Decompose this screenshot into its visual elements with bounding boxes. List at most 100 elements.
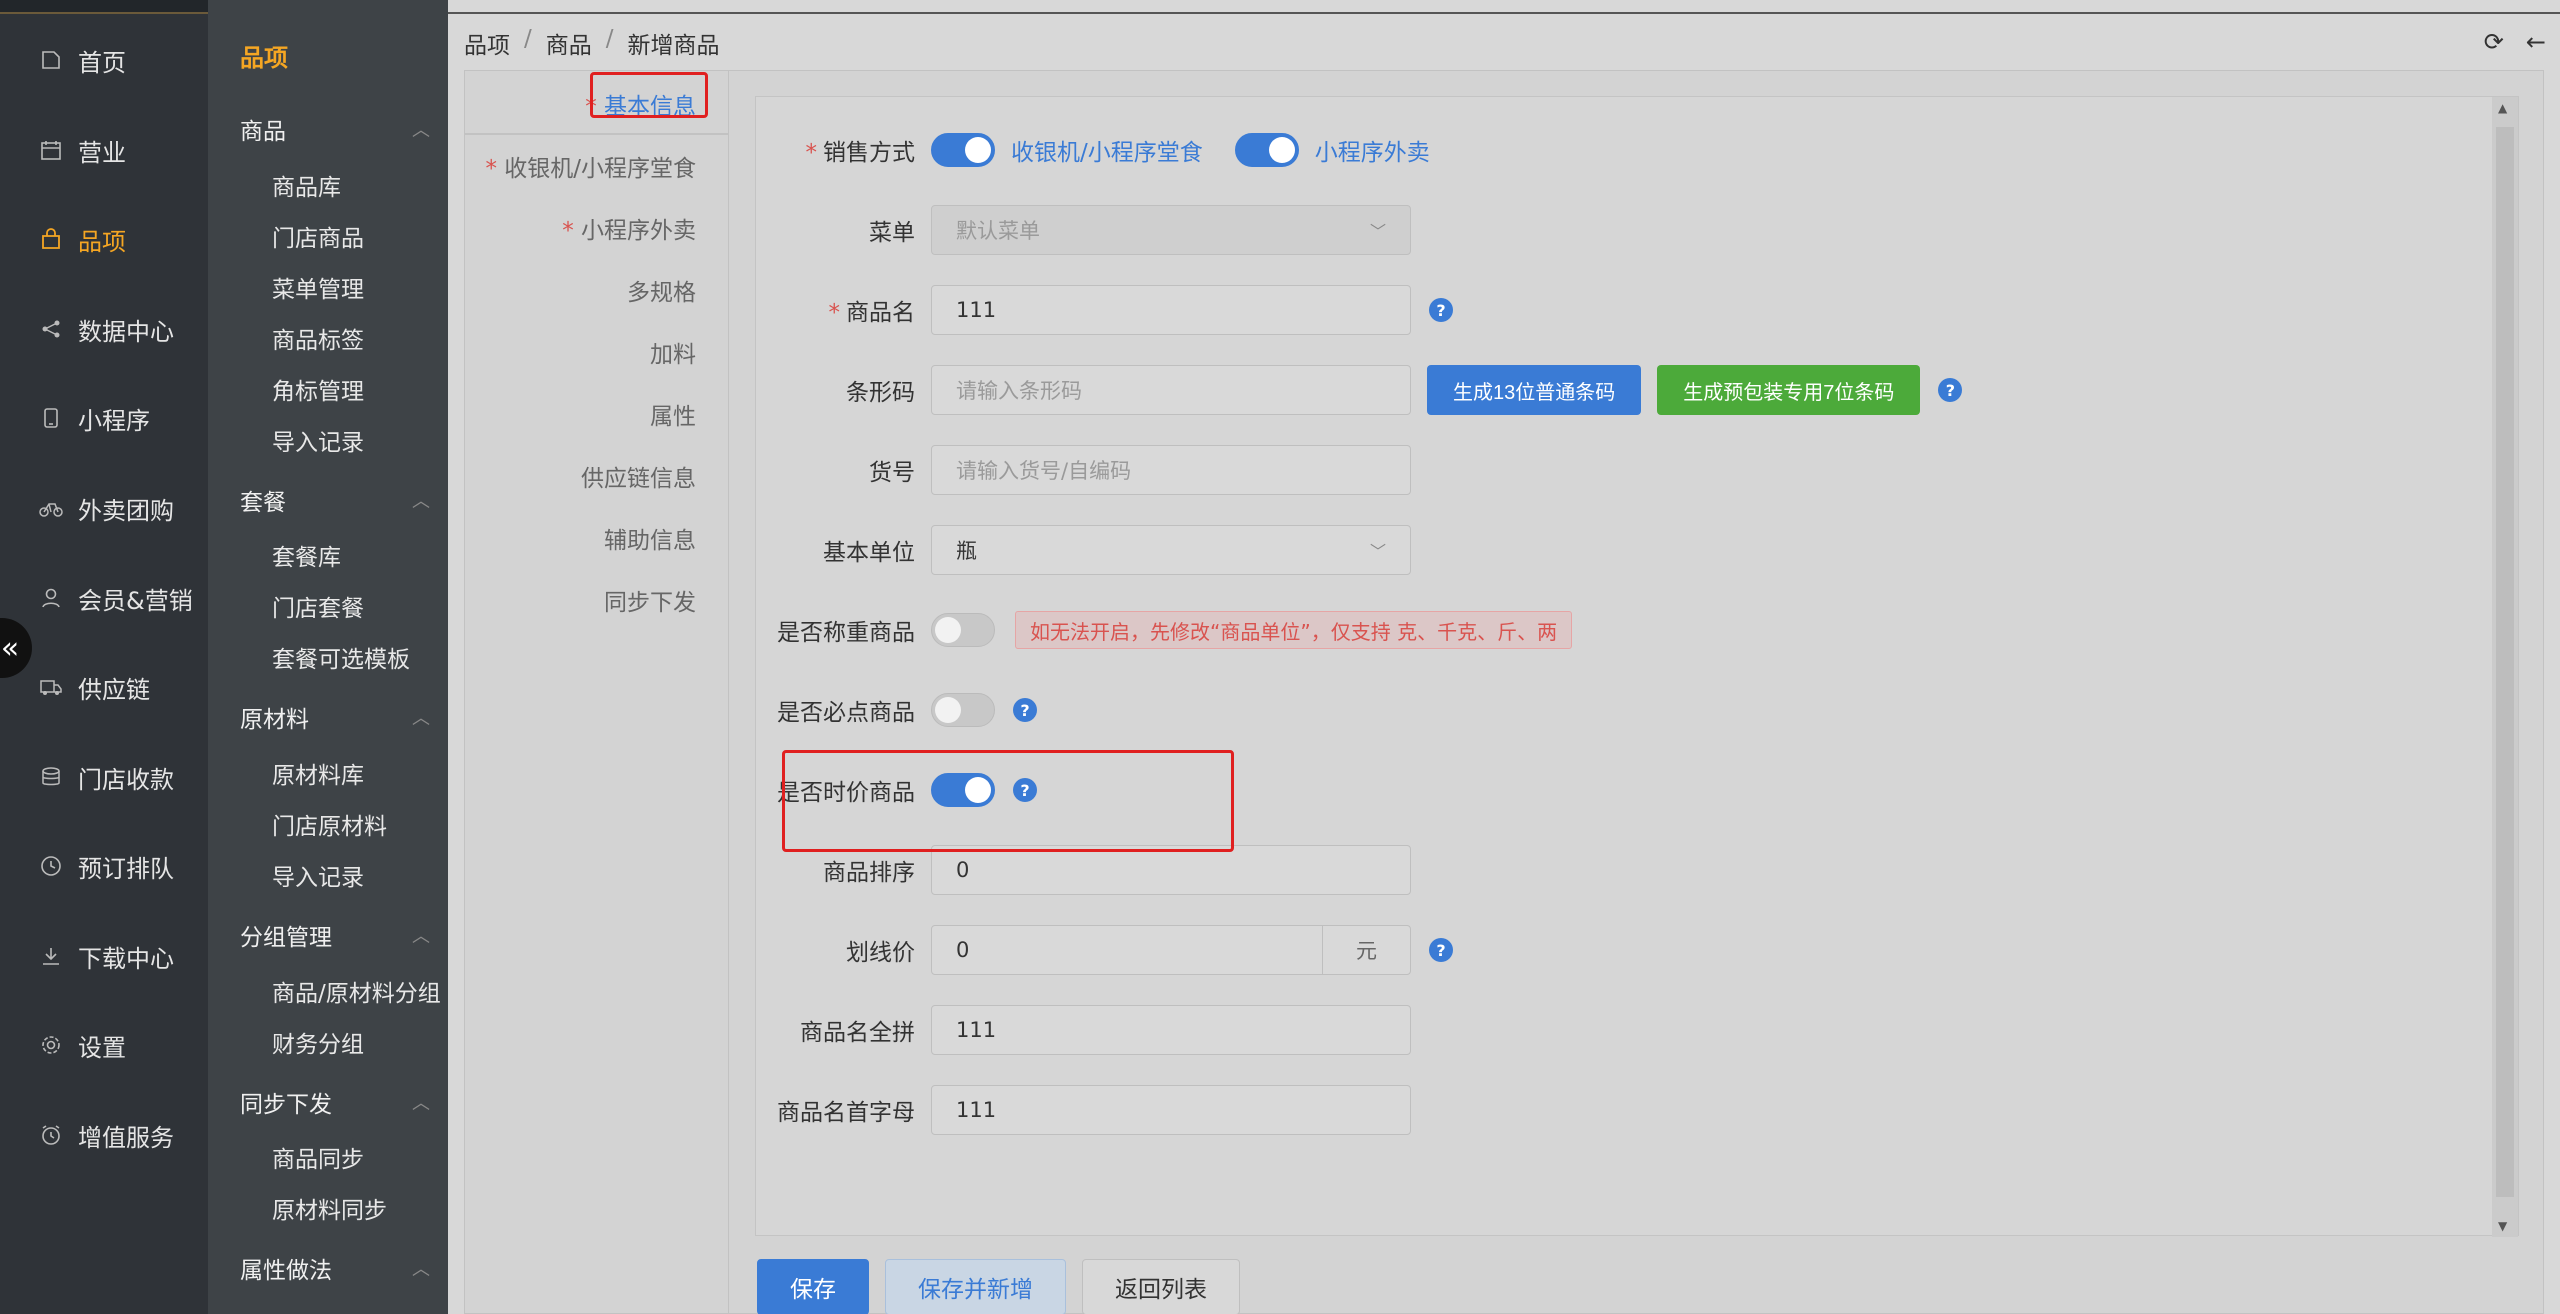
strike-price-input[interactable]: 0元 xyxy=(931,925,1411,975)
group-grouping-label: 分组管理 xyxy=(240,925,332,951)
tab-attributes[interactable]: 属性 xyxy=(650,397,696,431)
nav-items[interactable]: 品项 xyxy=(0,209,208,269)
group-attr[interactable]: 属性做法 ︿ xyxy=(240,1251,430,1285)
tab-takeout[interactable]: * 小程序外卖 xyxy=(562,211,696,245)
nav2-store-material[interactable]: 门店原材料 xyxy=(272,807,387,841)
menu-row: 菜单 默认菜单 ﹀ xyxy=(756,205,2476,255)
barcode-input[interactable]: 请输入条形码 xyxy=(931,365,1411,415)
nav2-corner-mgmt[interactable]: 角标管理 xyxy=(272,372,364,406)
barcode-label: 条形码 xyxy=(846,380,915,406)
nav2-import-record-2[interactable]: 导入记录 xyxy=(272,858,364,892)
save-and-new-button[interactable]: 保存并新增 xyxy=(885,1259,1066,1314)
tab-multi-spec[interactable]: 多规格 xyxy=(627,273,696,307)
nav-value-added[interactable]: 增值服务 xyxy=(0,1105,208,1165)
nav-member[interactable]: 会员&营销 xyxy=(0,568,208,628)
group-sync[interactable]: 同步下发 ︿ xyxy=(240,1085,430,1119)
help-icon[interactable]: ? xyxy=(1013,698,1037,722)
nav-business-label: 营业 xyxy=(78,138,126,167)
help-icon[interactable]: ? xyxy=(1938,378,1963,402)
nav-business[interactable]: 营业 xyxy=(0,120,208,180)
nav2-combo-lib[interactable]: 套餐库 xyxy=(272,538,341,572)
nav-download[interactable]: 下载中心 xyxy=(0,926,208,986)
tab-sync[interactable]: 同步下发 xyxy=(604,583,696,617)
chevron-up-icon: ︿ xyxy=(412,1093,430,1114)
pinyin-input[interactable]: 111 xyxy=(931,1005,1411,1055)
nav-home[interactable]: 首页 xyxy=(0,30,208,90)
nav-settings[interactable]: 设置 xyxy=(0,1015,208,1075)
tab-dine-in[interactable]: * 收银机/小程序堂食 xyxy=(485,149,696,183)
refresh-icon[interactable]: ⟳ xyxy=(2484,28,2504,56)
tab-supply-info[interactable]: 供应链信息 xyxy=(581,459,696,493)
tab-aux-info[interactable]: 辅助信息 xyxy=(604,521,696,555)
tab-label: 收银机/小程序堂食 xyxy=(504,156,696,182)
form-scrollbar[interactable]: ▲ ▼ xyxy=(2492,97,2518,1237)
sort-input[interactable]: 0 xyxy=(931,845,1411,895)
secondary-sidebar-title: 品项 xyxy=(240,44,288,72)
basic-info-form: ▲ ▼ * 销售方式 收银机/小程序堂食 小程序外卖 菜单 默认菜单 ﹀ * 商品名 … xyxy=(755,96,2519,1237)
dine-in-toggle[interactable] xyxy=(931,133,995,167)
nav-data-center[interactable]: 数据中心 xyxy=(0,299,208,359)
nav2-material-lib[interactable]: 原材料库 xyxy=(272,756,364,790)
nav-delivery[interactable]: 外卖团购 xyxy=(0,478,208,538)
group-goods-label: 商品 xyxy=(240,119,286,145)
tab-addon[interactable]: 加料 xyxy=(650,335,696,369)
menu-select[interactable]: 默认菜单 ﹀ xyxy=(931,205,1411,255)
name-label: * 商品名 xyxy=(828,300,916,326)
nav2-goods-sync[interactable]: 商品同步 xyxy=(272,1140,364,1174)
required-mark: * xyxy=(562,218,581,244)
nav2-goods-material-group[interactable]: 商品/原材料分组 xyxy=(272,974,441,1008)
strike-price-row: 划线价 0元 ? xyxy=(756,925,2476,975)
nav2-goods-tags[interactable]: 商品标签 xyxy=(272,321,364,355)
nav-payment[interactable]: 门店收款 xyxy=(0,747,208,807)
initials-input[interactable]: 111 xyxy=(931,1085,1411,1135)
menu-label: 菜单 xyxy=(869,220,915,246)
nav2-import-record[interactable]: 导入记录 xyxy=(272,423,364,457)
unit-select[interactable]: 瓶 ﹀ xyxy=(931,525,1411,575)
nav2-menu-mgmt[interactable]: 菜单管理 xyxy=(272,270,364,304)
help-icon[interactable]: ? xyxy=(1429,938,1453,962)
breadcrumb-item[interactable]: 品项 xyxy=(464,26,510,60)
breadcrumb-item[interactable]: 商品 xyxy=(546,26,592,60)
nav2-goods-lib[interactable]: 商品库 xyxy=(272,168,341,202)
nav2-store-combo[interactable]: 门店套餐 xyxy=(272,589,364,623)
gen-13-barcode-button[interactable]: 生成13位普通条码 xyxy=(1427,365,1642,415)
must-order-toggle[interactable] xyxy=(931,693,995,727)
group-grouping[interactable]: 分组管理 ︿ xyxy=(240,918,430,952)
form-actions: 保存 保存并新增 返回列表 xyxy=(757,1259,1240,1314)
chevron-up-icon: ︿ xyxy=(412,708,430,729)
top-actions: ⟳ ← xyxy=(2484,28,2546,56)
nav2-combo-template[interactable]: 套餐可选模板 xyxy=(272,640,410,674)
annotation-highlight-time-price xyxy=(782,750,1234,852)
help-icon[interactable]: ? xyxy=(1429,298,1453,322)
nav-supply[interactable]: 供应链 xyxy=(0,657,208,717)
scrollbar-thumb[interactable] xyxy=(2496,127,2514,1197)
main-area: 品项 / 商品 / 新增商品 ⟳ ← * 基本信息 * 收银机/小程序堂食 * … xyxy=(448,0,2560,1314)
nav2-finance-group[interactable]: 财务分组 xyxy=(272,1025,364,1059)
nav-download-label: 下载中心 xyxy=(78,944,174,973)
home-icon xyxy=(38,47,64,73)
save-button[interactable]: 保存 xyxy=(757,1259,869,1314)
back-arrow-icon[interactable]: ← xyxy=(2526,28,2546,56)
takeout-toggle-label: 小程序外卖 xyxy=(1314,140,1430,166)
group-combo-label: 套餐 xyxy=(240,490,286,516)
nav-miniapp[interactable]: 小程序 xyxy=(0,388,208,448)
sku-input[interactable]: 请输入货号/自编码 xyxy=(931,445,1411,495)
gear-icon xyxy=(38,1032,64,1058)
scroll-down-icon[interactable]: ▼ xyxy=(2498,1219,2507,1233)
takeout-toggle[interactable] xyxy=(1234,133,1299,167)
scroll-up-icon[interactable]: ▲ xyxy=(2498,101,2507,115)
nav2-material-sync[interactable]: 原材料同步 xyxy=(272,1191,387,1225)
nav-settings-label: 设置 xyxy=(78,1033,126,1062)
group-combo[interactable]: 套餐 ︿ xyxy=(240,483,430,517)
nav-reservation[interactable]: 预订排队 xyxy=(0,836,208,896)
name-input[interactable]: 111 xyxy=(931,285,1411,335)
group-goods[interactable]: 商品 ︿ xyxy=(240,112,430,146)
gen-7-barcode-button[interactable]: 生成预包装专用7位条码 xyxy=(1657,365,1921,415)
form-card: * 基本信息 * 收银机/小程序堂食 * 小程序外卖 多规格 加料 属性 供应链… xyxy=(464,70,2544,1314)
clock-icon xyxy=(38,853,64,879)
group-material[interactable]: 原材料 ︿ xyxy=(240,700,430,734)
nav2-store-goods[interactable]: 门店商品 xyxy=(272,219,364,253)
tab-label: 辅助信息 xyxy=(604,528,696,554)
back-to-list-button[interactable]: 返回列表 xyxy=(1082,1259,1240,1314)
weigh-toggle[interactable] xyxy=(931,613,995,647)
